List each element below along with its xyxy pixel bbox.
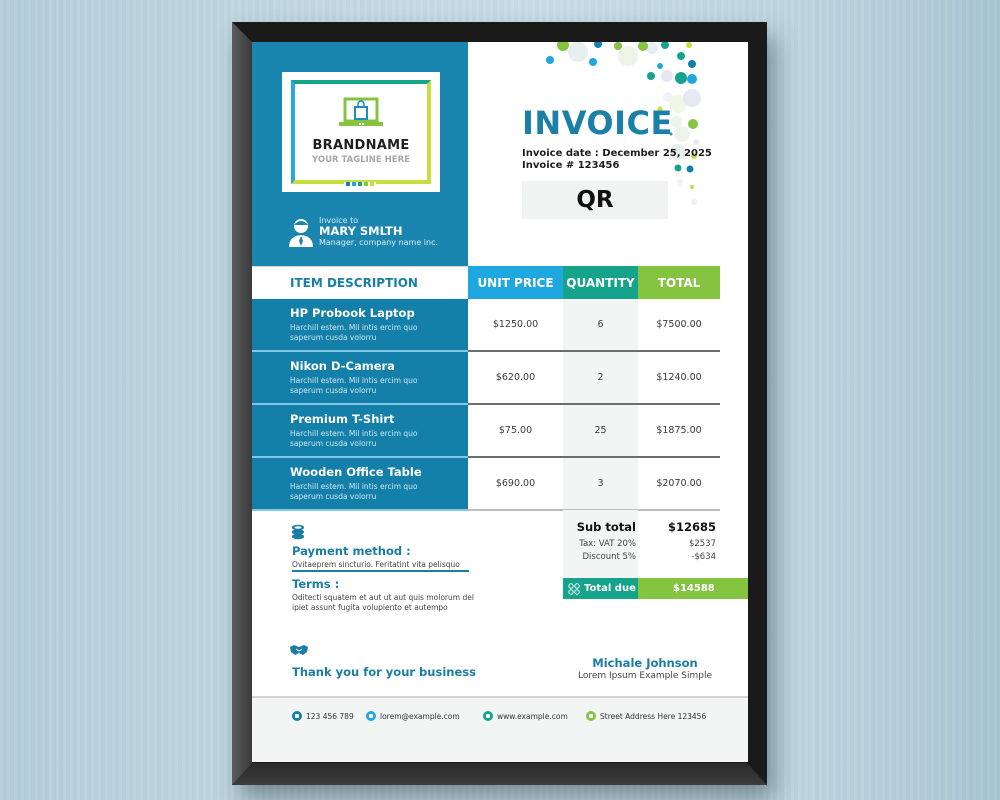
email-icon: [366, 711, 376, 721]
subtotal-value: $12685: [667, 520, 716, 534]
brand-panel: BRANDNAME YOUR TAGLINE HERE Invoice to M…: [252, 42, 468, 266]
item-total: $1240.00: [656, 372, 702, 383]
phone-icon: [292, 711, 302, 721]
table-row: Nikon D-Camera Harchill estem. Mil intis…: [252, 352, 720, 405]
item-subtext-line: saperum cusda volorru: [290, 438, 377, 448]
item-description-cell: Premium T-Shirt Harchill estem. Mil inti…: [252, 405, 468, 458]
item-subtext-line: saperum cusda volorru: [290, 332, 377, 342]
item-total: $7500.00: [656, 319, 702, 330]
phone-text: 123 456 789: [306, 711, 354, 721]
address-text: Street Address Here 123456: [600, 711, 707, 721]
table-row: Premium T-Shirt Harchill estem. Mil inti…: [252, 405, 720, 458]
items-table-header: ITEM DESCRIPTION UNIT PRICE QUANTITY TOT…: [252, 266, 748, 299]
item-subtext-line: Harchill estem. Mil intis ercim quo: [290, 323, 418, 332]
invoice-document: BRANDNAME YOUR TAGLINE HERE Invoice to M…: [252, 42, 748, 762]
invoice-date: Invoice date : December 25, 2025: [522, 148, 712, 159]
table-row: HP Probook Laptop Harchill estem. Mil in…: [252, 299, 720, 352]
coins-icon: [292, 524, 304, 540]
item-subtext-line: Harchill estem. Mil intis ercim quo: [290, 482, 418, 491]
payment-method-text: Ovitaeprem sincturio. Feritatint vita pe…: [292, 560, 460, 569]
item-subtext: Harchill estem. Mil intis ercim quo saper…: [290, 323, 468, 342]
client-role: Manager, company name inc.: [319, 238, 439, 247]
terms-text: Oditecti squatem et aut ut aut quis molo…: [292, 593, 474, 612]
discount-label: Discount 5%: [582, 552, 636, 562]
globe-icon: [483, 711, 493, 721]
item-quantity: 3: [563, 458, 638, 509]
item-subtext-line: Harchill estem. Mil intis ercim quo: [290, 429, 418, 438]
contact-email: lorem@example.com: [366, 711, 460, 721]
qr-code-placeholder: QR: [522, 181, 668, 219]
discount-value: -$634: [691, 552, 716, 562]
frame-bevel: [232, 763, 767, 785]
brand-name: BRANDNAME: [312, 138, 410, 153]
terms-title: Terms :: [292, 577, 340, 591]
location-icon: [586, 711, 596, 721]
total-due-label-cell: Total due: [563, 578, 638, 599]
item-unit-price: $690.00: [495, 478, 536, 489]
item-total: $1875.00: [656, 425, 702, 436]
person-icon: [289, 218, 313, 247]
item-quantity: 6: [563, 299, 638, 350]
table-row: Wooden Office Table Harchill estem. Mil …: [252, 458, 720, 511]
item-description-cell: HP Probook Laptop Harchill estem. Mil in…: [252, 299, 468, 352]
logo-border: [291, 80, 431, 184]
item-subtext: Harchill estem. Mil intis ercim quo saper…: [290, 482, 468, 501]
header-spacer: [720, 266, 748, 299]
item-subtext-line: saperum cusda volorru: [290, 491, 377, 501]
contact-footer: 123 456 789 lorem@example.com www.exampl…: [252, 696, 748, 762]
tax-value: $2537: [688, 539, 716, 549]
item-name: Nikon D-Camera: [290, 359, 395, 373]
total-due-value: $14588: [638, 578, 748, 599]
contact-address: Street Address Here 123456: [586, 711, 706, 721]
client-block: Invoice to MARY SMLTH Manager, company n…: [288, 216, 438, 247]
item-unit-price: $1250.00: [492, 319, 539, 330]
item-subtext-line: Harchill estem. Mil intis ercim quo: [290, 376, 418, 385]
item-unit-price: $620.00: [495, 372, 536, 383]
payment-method-title: Payment method :: [292, 544, 411, 558]
contact-website: www.example.com: [483, 711, 568, 721]
client-name: MARY SMLTH: [319, 224, 403, 238]
item-name: HP Probook Laptop: [290, 306, 415, 320]
website-text[interactable]: www.example.com: [497, 712, 568, 721]
signer-name: Michale Johnson: [592, 656, 698, 670]
header-unit-price: UNIT PRICE: [468, 266, 563, 299]
tax-label: Tax: VAT 20%: [579, 539, 636, 549]
invoice-number: Invoice # 123456: [522, 160, 620, 171]
item-total: $2070.00: [656, 478, 702, 489]
item-unit-price: $75.00: [498, 425, 533, 436]
items-table-body: HP Probook Laptop Harchill estem. Mil in…: [252, 299, 720, 511]
item-subtext: Harchill estem. Mil intis ercim quo saper…: [290, 429, 468, 448]
item-name: Wooden Office Table: [290, 465, 422, 479]
item-description-cell: Nikon D-Camera Harchill estem. Mil intis…: [252, 352, 468, 405]
item-subtext-line: saperum cusda volorru: [290, 385, 377, 395]
signer-role: Lorem Ipsum Example Simple: [577, 671, 713, 681]
item-description-cell: Wooden Office Table Harchill estem. Mil …: [252, 458, 468, 511]
circles-icon: [568, 582, 580, 595]
laptop-shopping-bag-icon: [339, 97, 383, 126]
header-total: TOTAL: [638, 266, 720, 299]
logo-box: BRANDNAME YOUR TAGLINE HERE: [282, 72, 440, 192]
item-name: Premium T-Shirt: [290, 412, 395, 426]
header-item-description: ITEM DESCRIPTION: [252, 266, 468, 299]
header-quantity: QUANTITY: [563, 266, 638, 299]
logo-dots: [344, 182, 376, 186]
divider: [292, 570, 469, 572]
item-quantity: 2: [563, 352, 638, 403]
thank-you-message: Thank you for your business: [292, 665, 476, 679]
subtotal-label: Sub total: [576, 520, 636, 534]
item-quantity: 25: [563, 405, 638, 456]
contact-phone: 123 456 789: [292, 711, 354, 721]
invoice-meta: Invoice date : December 25, 2025 Invoice…: [522, 148, 712, 172]
frame-bevel: [232, 22, 252, 785]
email-text[interactable]: lorem@example.com: [380, 712, 460, 721]
signature-block: Michale Johnson Lorem Ipsum Example Simp…: [570, 656, 720, 682]
handshake-icon: [290, 645, 308, 655]
total-due-label: Total due: [584, 583, 636, 594]
invoice-title: INVOICE: [522, 104, 673, 142]
brand-tagline: YOUR TAGLINE HERE: [312, 155, 410, 165]
item-subtext: Harchill estem. Mil intis ercim quo saper…: [290, 376, 468, 395]
